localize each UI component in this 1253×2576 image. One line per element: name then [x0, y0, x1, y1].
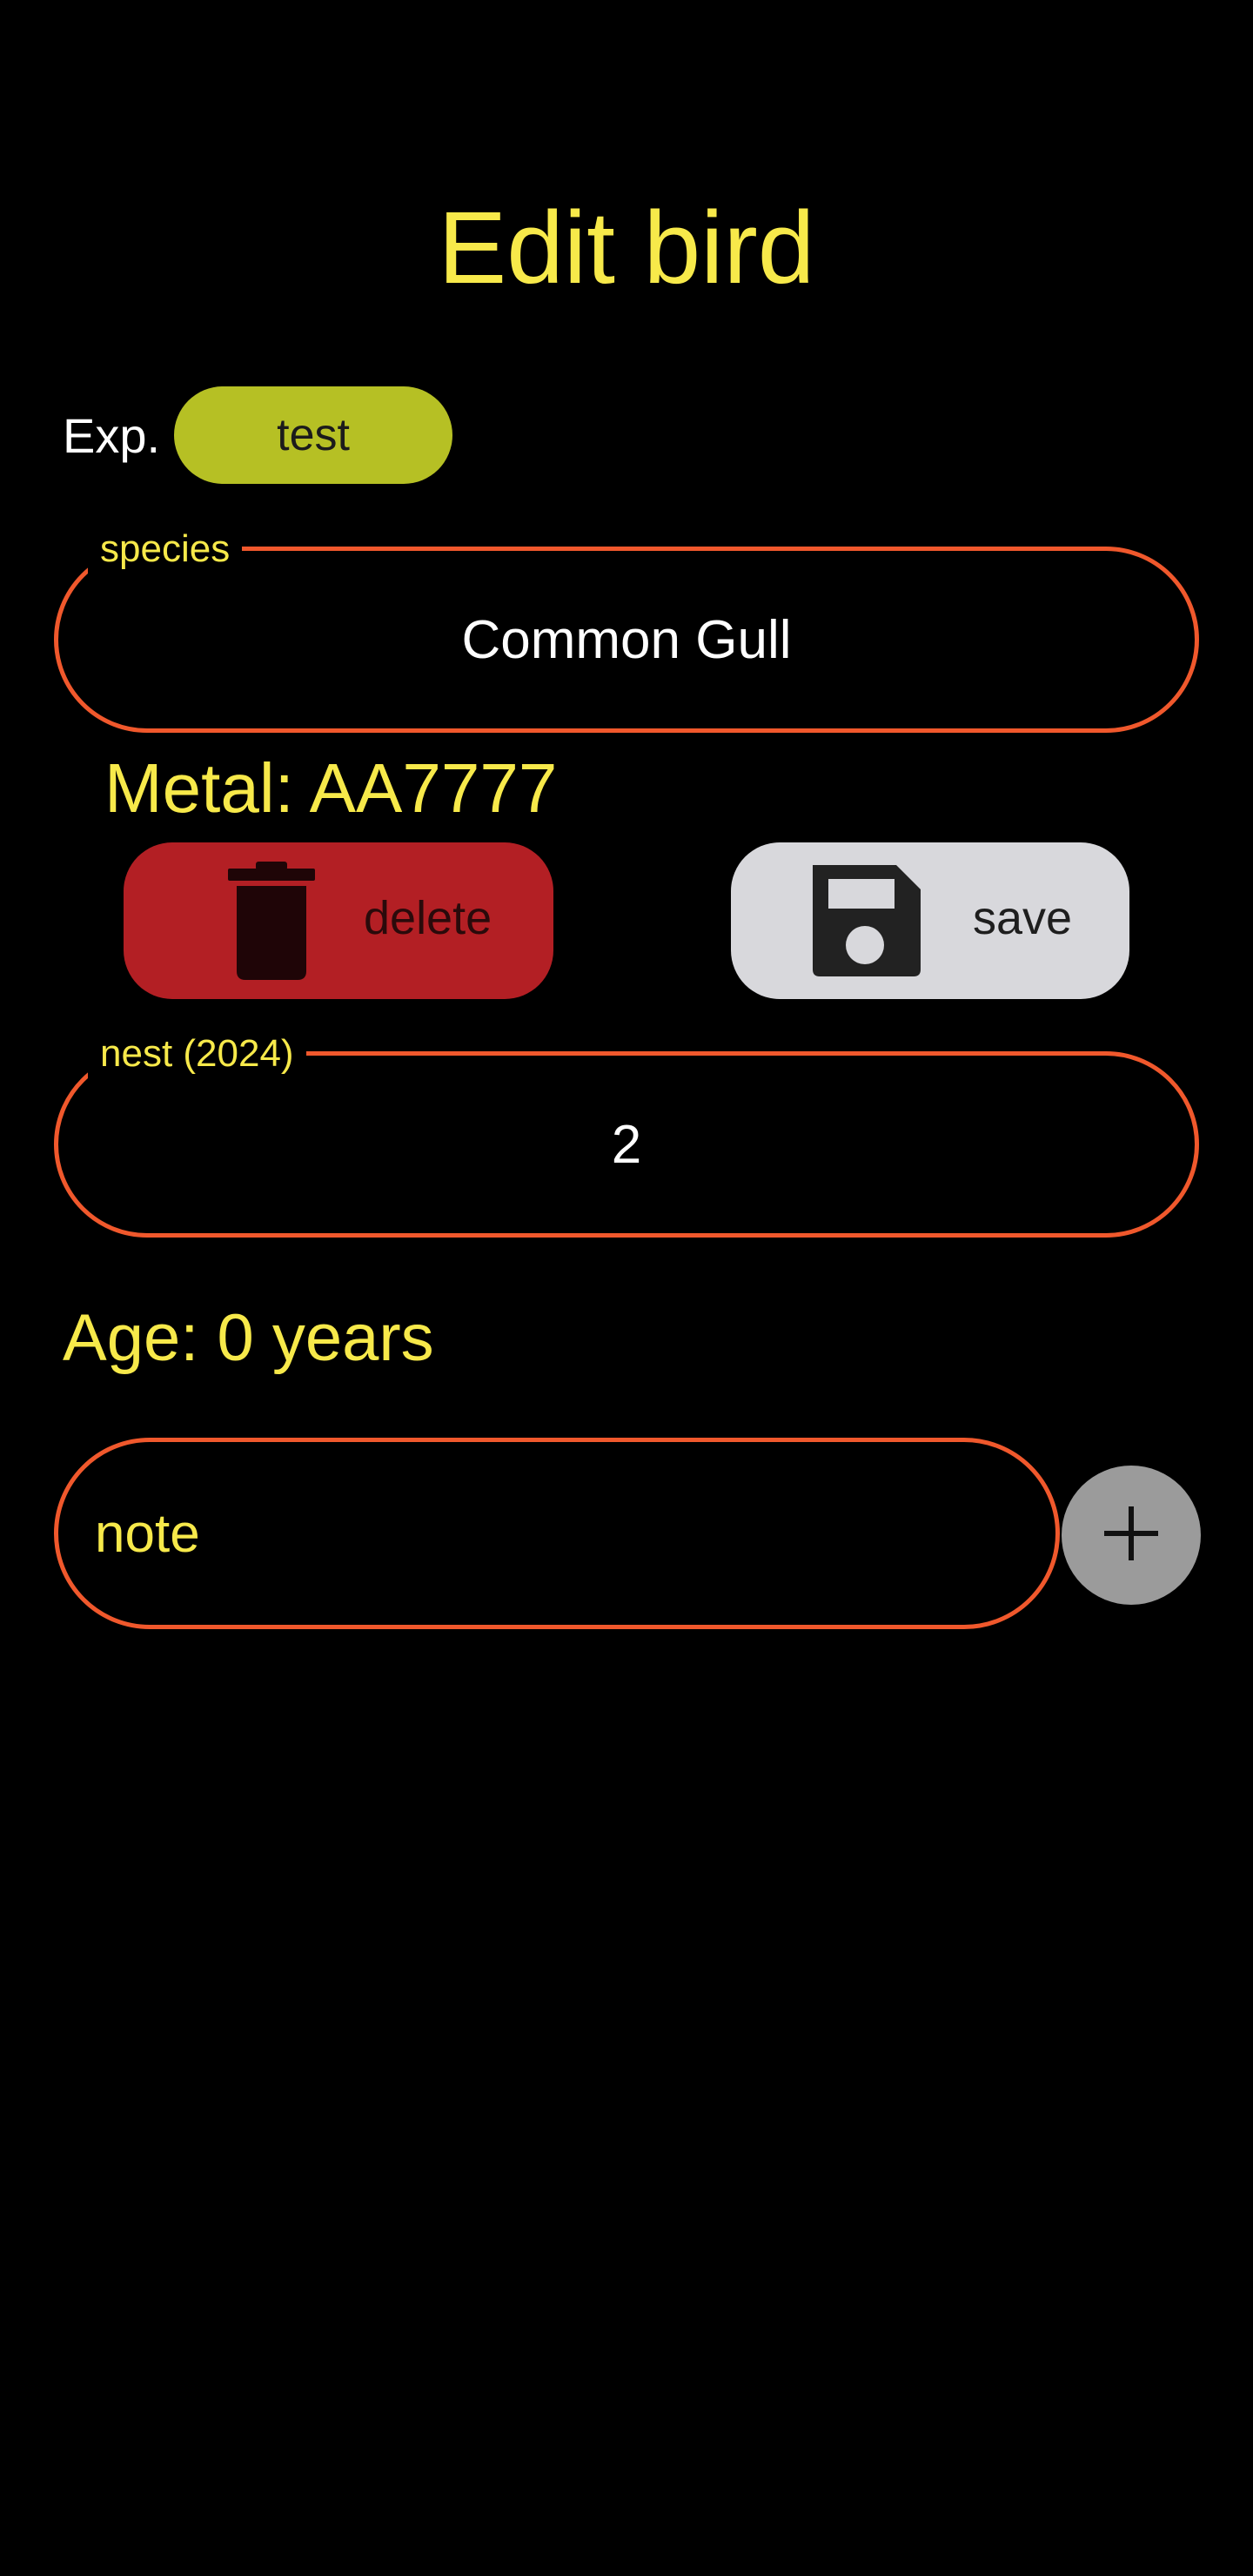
- nest-value[interactable]: 2: [58, 1056, 1195, 1233]
- species-value[interactable]: Common Gull: [58, 551, 1195, 728]
- delete-button[interactable]: delete: [124, 842, 553, 999]
- save-label: save: [973, 892, 1073, 944]
- metal-ring-label: Metal: AA7777: [104, 749, 558, 827]
- floppy-disk-icon: [804, 860, 926, 982]
- experiment-row: Exp. test: [63, 386, 453, 484]
- page-title: Edit bird: [438, 191, 815, 305]
- trash-icon: [211, 860, 332, 982]
- save-button[interactable]: save: [731, 842, 1129, 999]
- experiment-chip[interactable]: test: [174, 386, 453, 484]
- nest-field[interactable]: nest (2024) 2: [54, 1030, 1199, 1238]
- edit-bird-screen: Edit bird Exp. test species Common Gull …: [0, 0, 1253, 2576]
- species-field[interactable]: species Common Gull: [54, 525, 1199, 733]
- note-input[interactable]: note: [54, 1438, 1060, 1629]
- delete-label: delete: [364, 892, 492, 944]
- add-note-button[interactable]: [1062, 1466, 1201, 1605]
- plus-icon: [1101, 1503, 1162, 1568]
- age-label: Age: 0 years: [63, 1301, 434, 1375]
- note-placeholder: note: [95, 1503, 200, 1564]
- experiment-label: Exp.: [63, 407, 161, 463]
